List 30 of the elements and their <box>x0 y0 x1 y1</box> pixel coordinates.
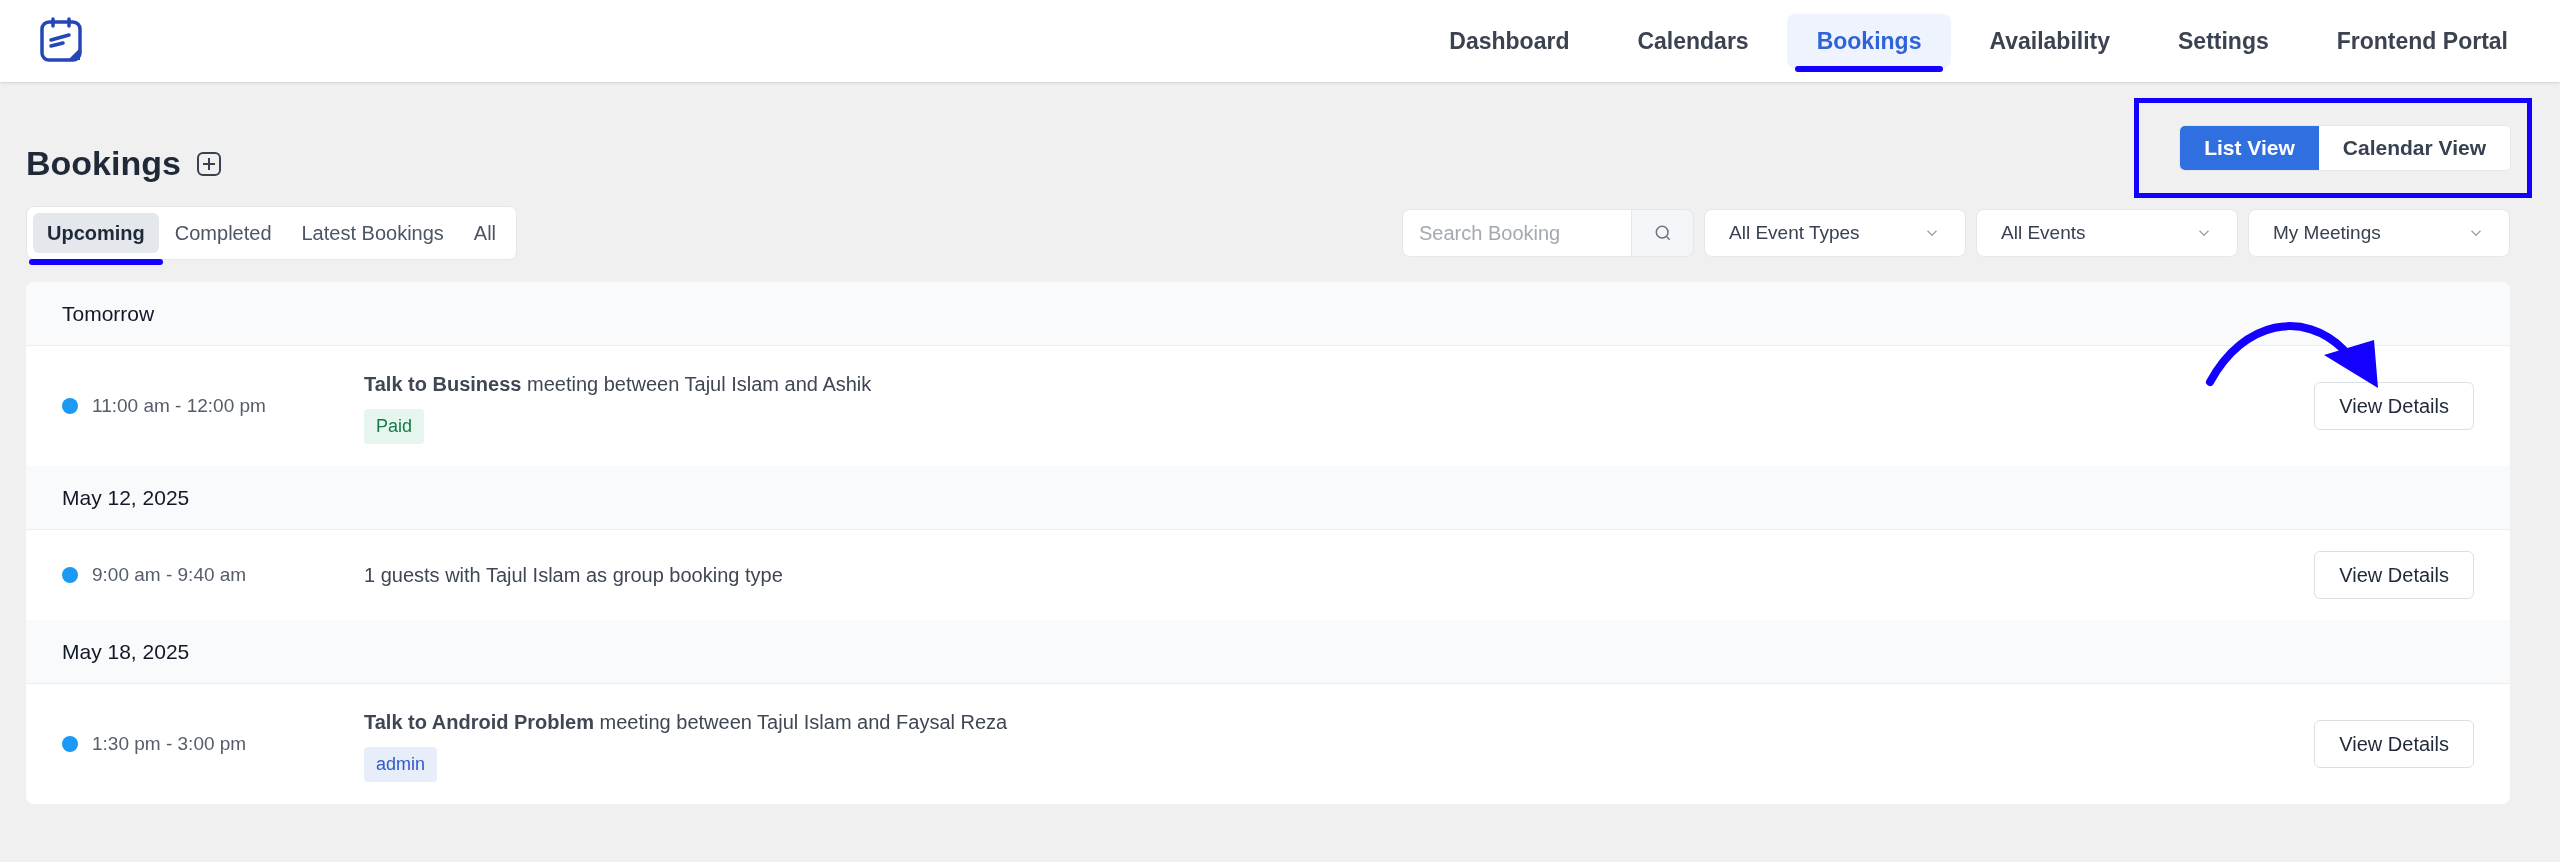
date-heading: Tomorrow <box>62 300 155 327</box>
nav-link[interactable]: Availability <box>1959 13 2141 69</box>
tab[interactable]: All <box>459 213 511 253</box>
view-details-button[interactable]: View Details <box>2314 720 2474 768</box>
nav-link[interactable]: Bookings <box>1786 13 1952 69</box>
nav-link[interactable]: Calendars <box>1607 13 1779 69</box>
nav-link[interactable]: Dashboard <box>1419 13 1600 69</box>
page-title: Bookings <box>26 143 181 184</box>
date-heading: May 12, 2025 <box>62 484 190 511</box>
time-range: 9:00 am - 9:40 am <box>92 562 248 587</box>
add-booking-icon[interactable] <box>196 151 221 176</box>
time-range: 11:00 am - 12:00 pm <box>92 393 267 418</box>
booking-title: Talk to Android Problem meeting between Tajul Islam and Faysal Reza <box>364 709 1008 735</box>
date-heading: May 18, 2025 <box>62 638 190 665</box>
view-details-button[interactable]: View Details <box>2314 551 2474 599</box>
search-field[interactable]: Search Booking <box>1402 209 1632 257</box>
booking-tag: admin <box>364 746 438 782</box>
tab[interactable]: Latest Bookings <box>287 213 458 253</box>
time-range: 1:30 pm - 3:00 pm <box>92 731 248 756</box>
view-details-button[interactable]: View Details <box>2314 382 2474 430</box>
filter-dropdown[interactable]: My Meetings <box>2248 209 2510 257</box>
nav-link[interactable]: Settings <box>2148 13 2299 69</box>
view-toggle-button[interactable]: List View <box>2180 126 2319 170</box>
nav-link[interactable]: Frontend Portal <box>2306 13 2538 69</box>
filter-dropdown[interactable]: All Event Types <box>1704 209 1966 257</box>
booking-tag: Paid <box>364 408 425 444</box>
tab[interactable]: Completed <box>160 213 286 253</box>
booking-title: 1 guests with Tajul Islam as group booking type <box>364 563 783 588</box>
filter-dropdown[interactable]: All Events <box>1976 209 2238 257</box>
booking-title: Talk to Business meeting between Tajul Islam and Ashik <box>364 371 872 397</box>
